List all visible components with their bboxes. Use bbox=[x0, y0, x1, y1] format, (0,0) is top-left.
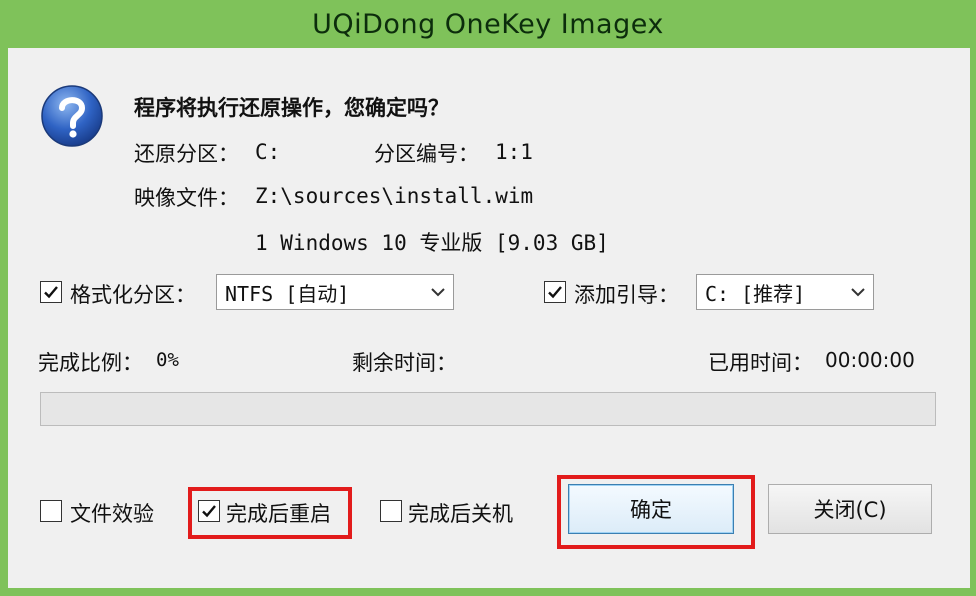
progress-ratio-label: 完成比例： bbox=[38, 351, 143, 375]
chevron-down-icon bbox=[423, 275, 453, 309]
file-verify-checkbox[interactable] bbox=[40, 500, 62, 522]
boot-drive-select-value: C: [推荐] bbox=[705, 281, 806, 306]
format-partition-label: 格式化分区： bbox=[70, 283, 196, 307]
filesystem-select-value: NTFS [自动] bbox=[225, 281, 350, 306]
partition-number-value: 1:1 bbox=[495, 140, 533, 164]
format-partition-checkbox[interactable] bbox=[40, 281, 62, 303]
file-verify-label: 文件效验 bbox=[70, 502, 154, 526]
restart-after-checkbox[interactable] bbox=[198, 500, 220, 522]
title-bar[interactable]: UQiDong OneKey Imagex bbox=[0, 0, 976, 48]
checkmark-icon bbox=[548, 286, 562, 299]
image-edition: 1 Windows 10 专业版 [9.03 GB] bbox=[255, 231, 609, 255]
boot-drive-select[interactable]: C: [推荐] bbox=[696, 274, 874, 310]
close-button[interactable]: 关闭(C) bbox=[768, 484, 932, 534]
image-file-path: Z:\sources\install.wim bbox=[255, 184, 534, 208]
add-boot-label: 添加引导： bbox=[574, 283, 679, 307]
progress-ratio-value: 0% bbox=[156, 349, 179, 371]
chevron-down-icon bbox=[843, 275, 873, 309]
add-boot-checkbox[interactable] bbox=[544, 281, 566, 303]
ok-button[interactable]: 确定 bbox=[568, 484, 734, 534]
image-file-label: 映像文件： bbox=[134, 186, 239, 210]
checkmark-icon bbox=[202, 505, 216, 518]
restore-partition-label: 还原分区： bbox=[134, 142, 239, 166]
filesystem-select[interactable]: NTFS [自动] bbox=[216, 274, 454, 310]
remaining-time-label: 剩余时间： bbox=[352, 351, 457, 375]
partition-number-label: 分区编号： bbox=[374, 142, 479, 166]
restart-after-label: 完成后重启 bbox=[226, 502, 331, 526]
dialog-body: 程序将执行还原操作，您确定吗？ 还原分区： C: 分区编号： 1:1 映像文件：… bbox=[8, 48, 970, 588]
window-title: UQiDong OneKey Imagex bbox=[312, 8, 664, 40]
elapsed-time-label: 已用时间： bbox=[708, 351, 813, 375]
confirm-question: 程序将执行还原操作，您确定吗？ bbox=[134, 96, 449, 120]
restore-partition-value: C: bbox=[255, 140, 281, 164]
checkmark-icon bbox=[44, 286, 58, 299]
progress-bar bbox=[40, 392, 936, 426]
elapsed-time-value: 00:00:00 bbox=[825, 348, 915, 372]
question-mark-icon bbox=[41, 85, 103, 147]
shutdown-after-label: 完成后关机 bbox=[408, 502, 513, 526]
shutdown-after-checkbox[interactable] bbox=[380, 500, 402, 522]
